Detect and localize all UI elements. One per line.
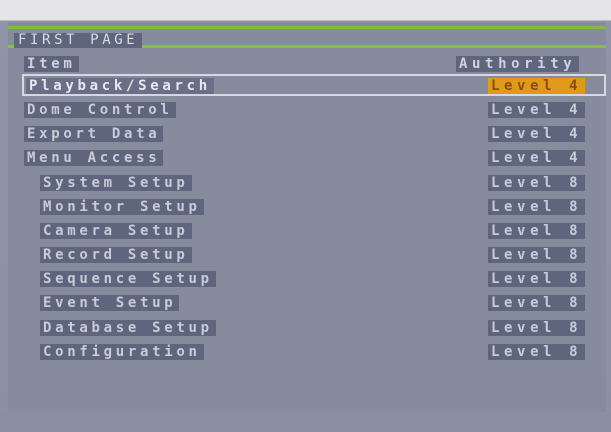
item-label: Dome Control [24,102,176,118]
level-value[interactable]: Level 8 [488,320,586,336]
title-accent-top [8,26,606,29]
item-label: Playback/Search [26,78,214,94]
column-header-authority: Authority [456,56,580,72]
level-value[interactable]: Level 4 [488,78,586,94]
bottom-band [0,412,611,432]
column-header-item: Item [24,56,79,72]
level-value[interactable]: Level 8 [488,175,586,191]
item-label: Camera Setup [40,223,192,239]
level-value[interactable]: Level 8 [488,271,586,287]
level-value[interactable]: Level 4 [488,150,586,166]
item-label: Database Setup [40,320,216,336]
level-value[interactable]: Level 8 [488,295,586,311]
item-label: System Setup [40,175,192,191]
level-value[interactable]: Level 4 [488,102,586,118]
osd-screen: FIRST PAGE Item Authority Playback/Searc… [0,0,611,432]
page-title: FIRST PAGE [14,33,143,48]
item-label: Event Setup [40,295,180,311]
level-value[interactable]: Level 4 [488,126,586,142]
item-label: Record Setup [40,247,192,263]
item-label: Menu Access [24,150,164,166]
level-value[interactable]: Level 8 [488,344,586,360]
level-value[interactable]: Level 8 [488,247,586,263]
level-value[interactable]: Level 8 [488,199,586,215]
level-value[interactable]: Level 8 [488,223,586,239]
item-label: Export Data [24,126,164,142]
item-label: Monitor Setup [40,199,204,215]
item-label: Sequence Setup [40,271,216,287]
item-label: Configuration [40,344,204,360]
